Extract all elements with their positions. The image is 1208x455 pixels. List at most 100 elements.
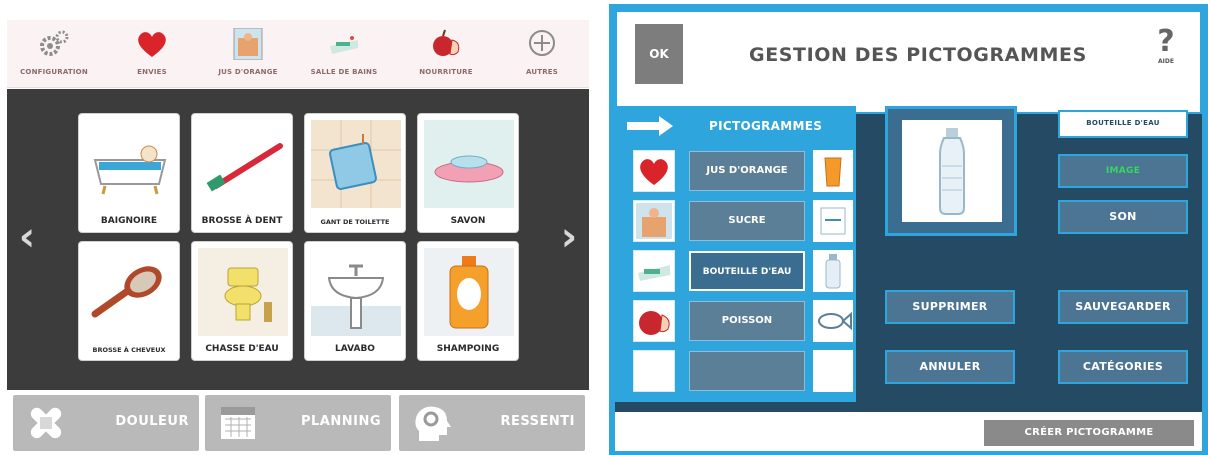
sink-icon — [311, 264, 401, 336]
pictogram-card[interactable]: SHAMPOING — [417, 241, 519, 361]
delete-button[interactable]: SUPPRIMER — [885, 290, 1015, 324]
pictogram-manager: OK GESTION DES PICTOGRAMMES ? AIDE PICTO… — [615, 10, 1202, 451]
pictogram-card[interactable]: GANT DE TOILETTE — [304, 113, 406, 233]
previous-page-button[interactable]: ‹ — [15, 217, 39, 257]
footer-bar: CRÉER PICTOGRAMME — [615, 412, 1202, 451]
category-nourriture[interactable]: NOURRITURE — [401, 26, 491, 86]
pictogram-thumb — [813, 150, 853, 192]
water-bottle-icon — [825, 254, 841, 289]
pictogram-list-item[interactable]: SUCRE — [615, 198, 856, 244]
douleur-button[interactable]: DOULEUR — [13, 395, 199, 451]
preview-image — [902, 120, 1002, 222]
pictogram-label: BAIGNOIRE — [100, 216, 158, 226]
help-icon: ? — [1157, 24, 1175, 59]
pictogram-thumb — [813, 250, 853, 292]
category-salle-de-bains[interactable]: SALLE DE BAINS — [299, 26, 389, 86]
ressenti-label: RESSENTI — [500, 414, 575, 429]
washcloth-icon — [311, 120, 401, 208]
bandage-icon — [30, 407, 62, 439]
bathtub-icon — [93, 145, 167, 195]
save-button[interactable]: SAUVEGARDER — [1058, 290, 1188, 324]
water-bottle-icon — [939, 128, 965, 215]
douleur-label: DOULEUR — [115, 414, 189, 429]
pictogram-item-button[interactable]: POISSON — [689, 301, 805, 341]
category-thumb[interactable] — [633, 200, 675, 242]
create-pictogram-button[interactable]: CRÉER PICTOGRAMME — [984, 420, 1194, 446]
categories-button[interactable]: CATÉGORIES — [1058, 350, 1188, 384]
heart-icon — [138, 32, 166, 57]
juice-glass-icon — [824, 157, 842, 187]
category-envies[interactable]: ENVIES — [107, 26, 197, 86]
pictogram-list-panel: PICTOGRAMMES JUS D'ORANGE SUCRE BOUTEILL… — [615, 106, 856, 402]
right-screen: OK GESTION DES PICTOGRAMMES ? AIDE PICTO… — [609, 4, 1208, 455]
category-label: AUTRES — [525, 68, 559, 76]
next-page-button[interactable]: › — [557, 217, 581, 257]
category-jus-d-orange[interactable]: JUS D'ORANGE — [203, 26, 293, 86]
picture-icon — [636, 203, 672, 239]
shampoo-icon — [424, 248, 514, 336]
pictogram-card[interactable]: LAVABO — [304, 241, 406, 361]
category-thumb[interactable] — [633, 250, 675, 292]
page-title: GESTION DES PICTOGRAMMES — [749, 44, 1087, 66]
pictogram-list-item[interactable]: POISSON — [615, 298, 856, 344]
pictogram-grid: ‹ › BAIGNOIRE BROSSE À DENT GANT DE TOIL… — [7, 89, 589, 390]
category-thumb[interactable] — [633, 300, 675, 342]
calendar-icon — [221, 407, 255, 439]
pictogram-label: BROSSE À CHEVEUX — [92, 346, 166, 354]
category-label: SALLE DE BAINS — [310, 68, 378, 76]
header: OK GESTION DES PICTOGRAMMES ? AIDE — [615, 10, 1202, 114]
ok-button[interactable]: OK — [635, 24, 683, 84]
head-gears-icon — [415, 406, 451, 441]
image-button[interactable]: IMAGE — [1058, 154, 1188, 188]
category-thumb[interactable] — [633, 150, 675, 192]
pictogram-card[interactable]: BROSSE À DENT — [191, 113, 293, 233]
sound-button[interactable]: SON — [1058, 200, 1188, 234]
arrow-right-icon — [627, 116, 673, 136]
pictogram-list-header: PICTOGRAMMES — [709, 119, 823, 133]
category-bar: CONFIGURATION ENVIES JUS D'ORANGE SALLE … — [7, 20, 589, 88]
category-autres[interactable]: AUTRES — [497, 26, 587, 86]
pictogram-list-item-selected[interactable]: BOUTEILLE D'EAU — [615, 248, 856, 294]
pictogram-card[interactable]: SAVON — [417, 113, 519, 233]
toilet-icon — [198, 248, 288, 336]
pictogram-label: CHASSE D'EAU — [205, 344, 279, 354]
pictogram-label: LAVABO — [335, 344, 375, 354]
pictogram-label: GANT DE TOILETTE — [320, 218, 390, 226]
planning-label: PLANNING — [300, 414, 381, 429]
pictogram-name-field[interactable]: BOUTEILLE D'EAU — [1058, 110, 1188, 138]
pictogram-item-button[interactable]: JUS D'ORANGE — [689, 151, 805, 191]
cancel-button[interactable]: ANNULER — [885, 350, 1015, 384]
apple-icon — [639, 311, 670, 335]
pictogram-item-button[interactable]: SUCRE — [689, 201, 805, 241]
pictogram-label: SHAMPOING — [436, 344, 500, 354]
plus-circle-icon — [529, 30, 555, 56]
ressenti-button[interactable]: RESSENTI — [399, 395, 585, 451]
pictogram-list-item[interactable] — [615, 348, 856, 394]
pictogram-card[interactable]: CHASSE D'EAU — [191, 241, 293, 361]
fish-icon — [818, 311, 852, 331]
sugar-icon — [820, 207, 846, 235]
bottom-bar: DOULEUR PLANNING RESSENTI — [7, 391, 589, 455]
pictogram-thumb — [813, 350, 853, 392]
pictogram-item-button[interactable] — [689, 351, 805, 391]
pictogram-thumb — [813, 300, 853, 342]
bathroom-icon — [638, 265, 670, 281]
soap-icon — [424, 120, 514, 208]
category-thumb[interactable] — [633, 350, 675, 392]
pictogram-list-item[interactable]: JUS D'ORANGE — [615, 148, 856, 194]
pictogram-card[interactable]: BROSSE À CHEVEUX — [78, 241, 180, 361]
pictogram-thumb — [813, 200, 853, 242]
pictogram-preview — [885, 106, 1017, 236]
bathroom-icon — [330, 36, 358, 54]
category-label: ENVIES — [137, 68, 167, 76]
category-label: JUS D'ORANGE — [218, 68, 278, 76]
pictogram-card[interactable]: BAIGNOIRE — [78, 113, 180, 233]
apple-icon — [433, 29, 460, 56]
pictogram-item-button[interactable]: BOUTEILLE D'EAU — [689, 251, 805, 291]
pictogram-label: SAVON — [450, 216, 486, 226]
category-configuration[interactable]: CONFIGURATION — [9, 26, 99, 86]
planning-button[interactable]: PLANNING — [205, 395, 391, 451]
gears-icon — [40, 30, 69, 56]
help-button[interactable]: ? AIDE — [1152, 24, 1180, 66]
hairbrush-icon — [91, 266, 162, 318]
